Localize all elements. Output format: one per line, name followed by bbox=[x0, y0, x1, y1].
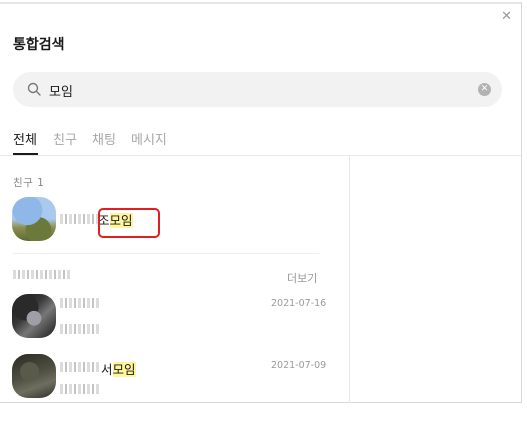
friends-section-header: 친구 1 bbox=[13, 177, 45, 189]
tab-messages[interactable]: 메시지 bbox=[131, 129, 167, 148]
annotation-box bbox=[98, 208, 160, 238]
window-top-border bbox=[0, 2, 521, 4]
search-window: ✕ 통합검색 모임 ✕ 전체 친구 채팅 메시지 친구 1 조모임 더보기 20… bbox=[0, 2, 522, 403]
redacted-section-header bbox=[13, 270, 71, 279]
name-prefix: 서 bbox=[101, 362, 113, 377]
close-icon[interactable]: ✕ bbox=[501, 10, 512, 23]
window-title: 통합검색 bbox=[13, 37, 65, 53]
chat-date: 2021-07-16 bbox=[271, 298, 327, 309]
redacted-preview bbox=[60, 384, 100, 394]
redacted-name bbox=[60, 362, 100, 372]
redacted-name bbox=[60, 214, 98, 224]
search-input[interactable]: 모임 ✕ bbox=[13, 72, 502, 107]
tabs-divider bbox=[0, 155, 521, 156]
search-icon bbox=[27, 82, 41, 96]
chat-date: 2021-07-09 bbox=[271, 360, 327, 371]
redacted-preview bbox=[60, 324, 100, 334]
more-link[interactable]: 더보기 bbox=[287, 270, 317, 286]
avatar bbox=[12, 294, 56, 338]
pane-divider bbox=[349, 155, 350, 403]
redacted-name bbox=[60, 298, 100, 308]
avatar bbox=[12, 354, 56, 398]
name-highlight: 모임 bbox=[112, 362, 136, 377]
tab-friends[interactable]: 친구 bbox=[53, 129, 77, 148]
chat-name: 서모임 bbox=[101, 359, 136, 378]
section-divider bbox=[13, 253, 319, 254]
tab-chats[interactable]: 채팅 bbox=[92, 129, 116, 148]
tab-all[interactable]: 전체 bbox=[13, 129, 37, 148]
clear-icon[interactable]: ✕ bbox=[478, 83, 491, 96]
avatar bbox=[12, 197, 56, 241]
search-query[interactable]: 모임 bbox=[49, 81, 73, 100]
